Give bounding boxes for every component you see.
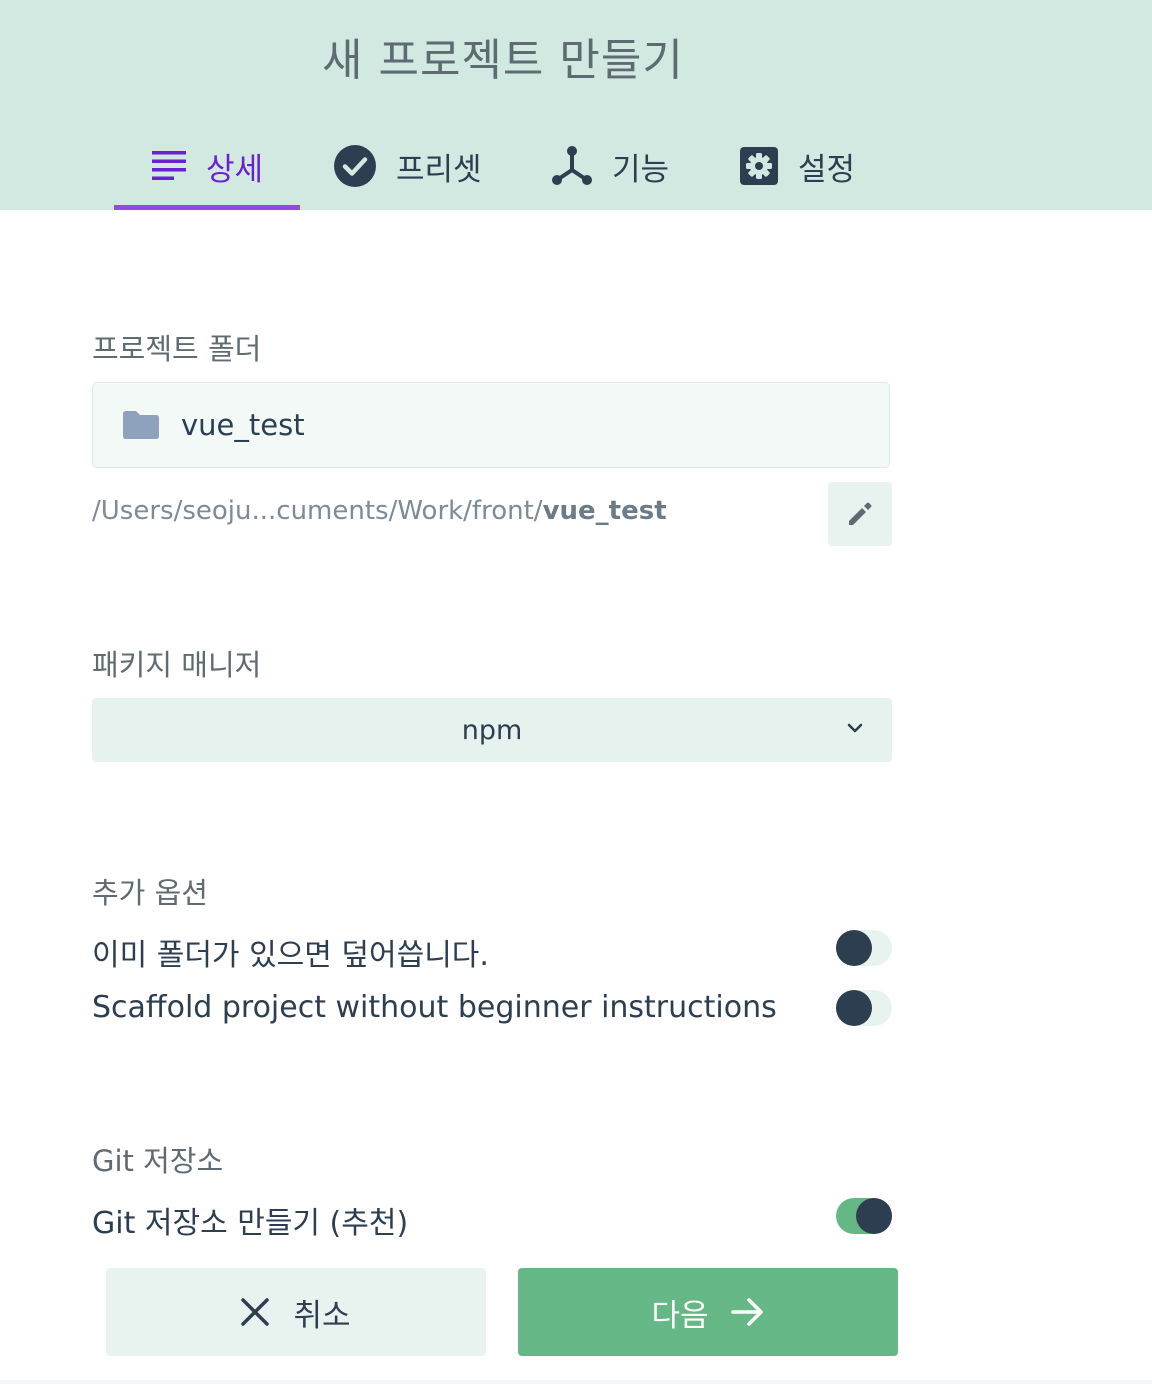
toggle-knob xyxy=(856,1198,892,1234)
toggle-knob xyxy=(836,930,872,966)
tab-label: 설정 xyxy=(798,151,856,188)
header: 새 프로젝트 만들기 상세 프리셋 기능 설정 xyxy=(0,0,1152,210)
bottom-divider xyxy=(0,1380,1152,1384)
option-git-init-label: Git 저장소 만들기 (추천) xyxy=(92,1206,409,1241)
tab-details[interactable]: 상세 xyxy=(152,130,263,202)
tab-label: 기능 xyxy=(612,151,670,188)
package-manager-label: 패키지 매니저 xyxy=(92,648,262,682)
project-path-name: vue_test xyxy=(542,496,667,526)
cancel-button-label: 취소 xyxy=(293,1297,351,1334)
project-path-prefix: /Users/seoju...cuments/Work/front/ xyxy=(92,496,543,526)
option-overwrite-toggle[interactable] xyxy=(836,930,892,966)
tab-label: 프리셋 xyxy=(396,151,482,188)
option-git-init-toggle[interactable] xyxy=(836,1198,892,1234)
option-git-init-row: Git 저장소 만들기 (추천) xyxy=(92,1192,892,1242)
cancel-button[interactable]: 취소 xyxy=(106,1268,486,1356)
project-folder-label: 프로젝트 폴더 xyxy=(92,332,262,366)
arrow-right-icon xyxy=(730,1297,765,1327)
check-circle-icon xyxy=(334,145,376,187)
option-no-instructions-label: Scaffold project without beginner instru… xyxy=(92,990,777,1025)
next-button[interactable]: 다음 xyxy=(518,1268,898,1356)
tab-settings[interactable]: 설정 xyxy=(740,130,855,202)
project-path: /Users/seoju...cuments/Work/front/vue_te… xyxy=(92,496,667,526)
package-manager-value: npm xyxy=(461,714,523,746)
git-repository-label: Git 저장소 xyxy=(92,1144,224,1178)
fork-icon xyxy=(552,146,592,186)
tab-presets[interactable]: 프리셋 xyxy=(334,130,482,202)
active-tab-indicator xyxy=(114,205,300,210)
gear-icon xyxy=(740,147,778,185)
project-folder-value: vue_test xyxy=(181,408,305,442)
toggle-knob xyxy=(836,990,872,1026)
option-no-instructions-toggle[interactable] xyxy=(836,990,892,1026)
chevron-down-icon xyxy=(846,718,864,738)
project-folder-input[interactable]: vue_test xyxy=(92,382,890,468)
additional-options-label: 추가 옵션 xyxy=(92,876,208,910)
edit-path-button[interactable] xyxy=(828,482,892,546)
folder-icon xyxy=(123,411,159,439)
next-button-label: 다음 xyxy=(651,1297,709,1334)
option-no-instructions-row: Scaffold project without beginner instru… xyxy=(92,984,892,1034)
package-manager-select[interactable]: npm xyxy=(92,698,892,762)
list-icon xyxy=(152,151,186,181)
pencil-icon xyxy=(847,501,873,527)
tab-label: 상세 xyxy=(206,151,264,188)
option-overwrite-label: 이미 폴더가 있으면 덮어씁니다. xyxy=(92,938,489,973)
tab-features[interactable]: 기능 xyxy=(552,130,669,202)
close-icon xyxy=(241,1298,270,1326)
option-overwrite-row: 이미 폴더가 있으면 덮어씁니다. xyxy=(92,924,892,974)
page-title: 새 프로젝트 만들기 xyxy=(322,35,684,86)
